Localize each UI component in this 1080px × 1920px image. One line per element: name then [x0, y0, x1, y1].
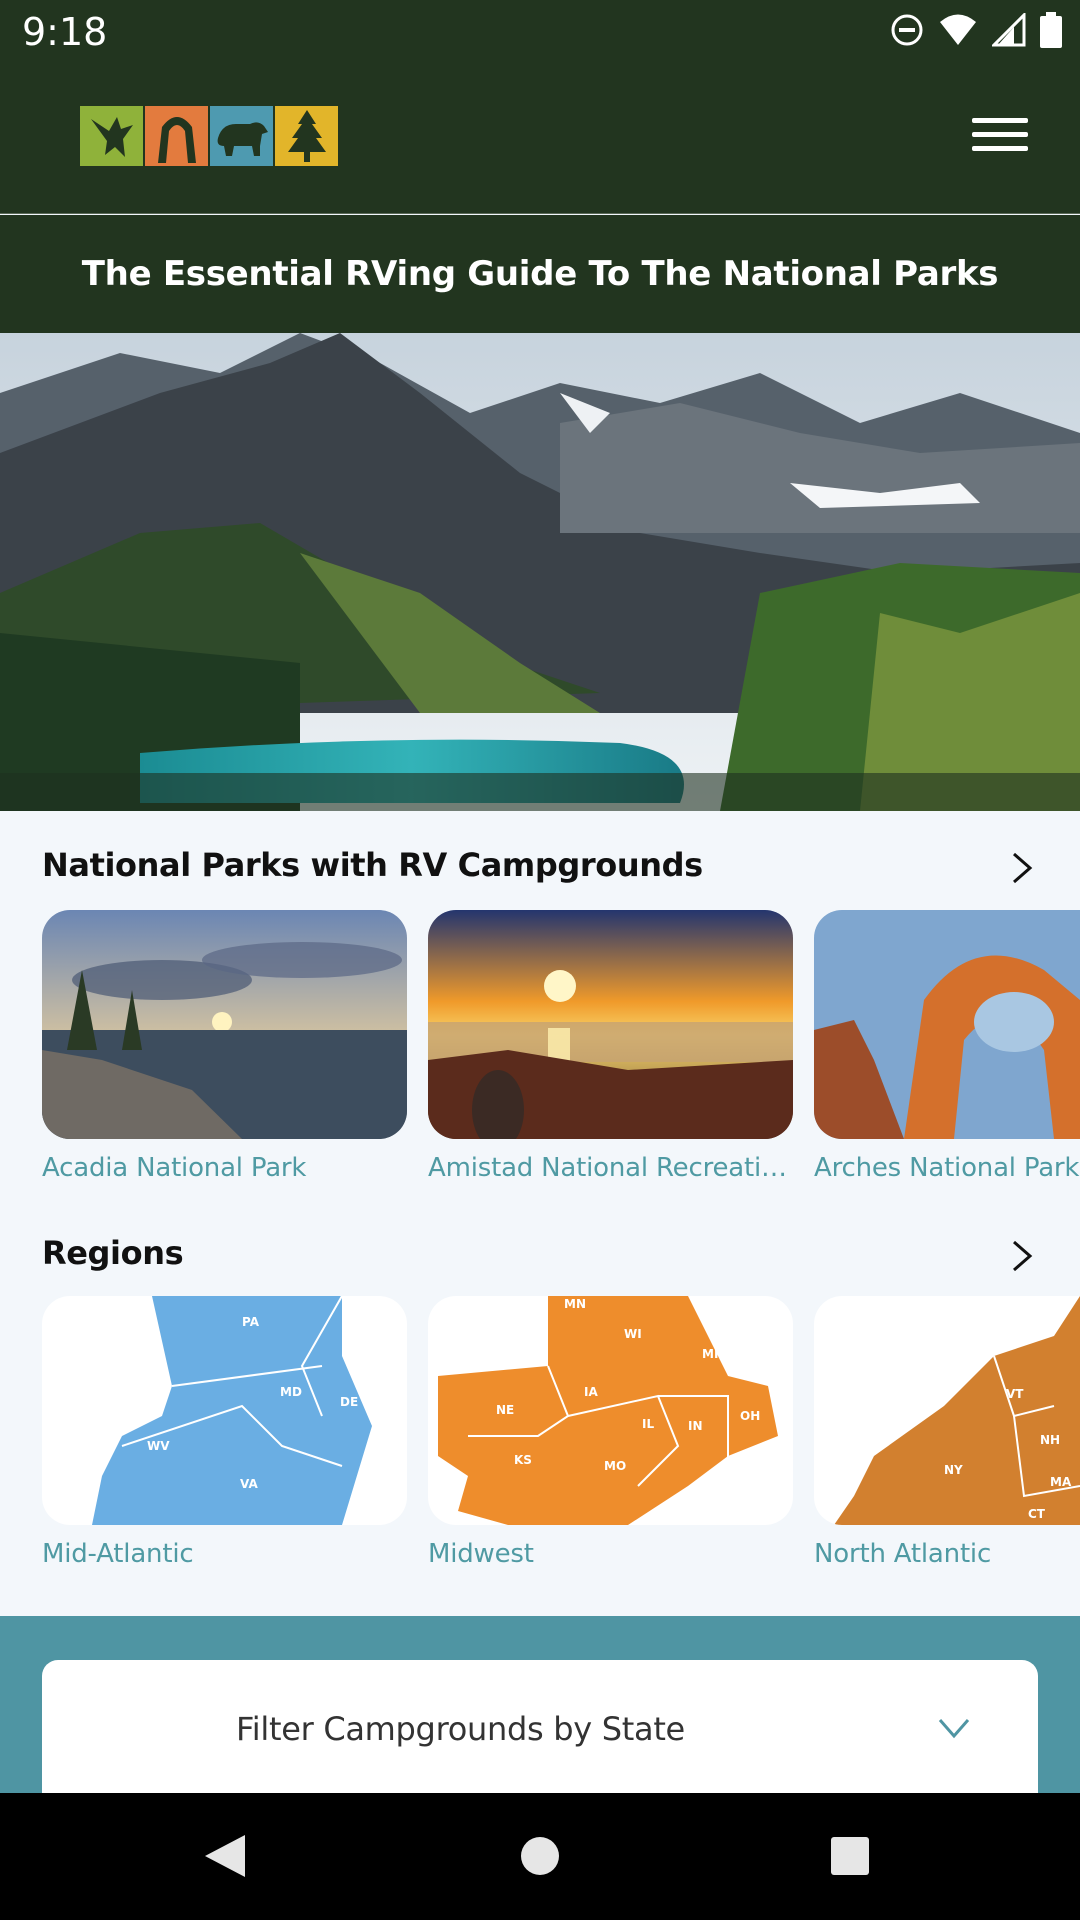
svg-text:IL: IL	[642, 1417, 654, 1431]
svg-text:KS: KS	[514, 1453, 532, 1467]
park-card-label: Acadia National Park	[42, 1153, 307, 1183]
region-card-label: Mid-Atlantic	[42, 1539, 194, 1569]
region-card-midwest[interactable]: MN WI MI NE IA IL IN OH KS MO Midwest	[428, 1296, 793, 1569]
amistad-park-image	[428, 910, 793, 1139]
wifi-icon	[940, 14, 976, 45]
svg-text:VA: VA	[240, 1477, 258, 1491]
tagline-text: The Essential RVing Guide To The Nationa…	[81, 254, 999, 294]
north-atlantic-map-image: VT NH NY MA CT	[814, 1296, 1080, 1525]
app-header	[0, 64, 1080, 214]
chevron-right-icon[interactable]	[1004, 850, 1040, 886]
park-card-acadia[interactable]: Acadia National Park	[42, 910, 407, 1183]
svg-text:NE: NE	[496, 1403, 514, 1417]
svg-text:IA: IA	[584, 1385, 598, 1399]
filter-section: Filter Campgrounds by State	[0, 1616, 1080, 1793]
app-logo[interactable]	[80, 106, 338, 166]
hamburger-menu-icon[interactable]	[972, 118, 1028, 160]
park-card-label: Amistad National Recreation Area	[428, 1153, 793, 1183]
status-time: 9:18	[22, 10, 108, 54]
svg-text:NJ: NJ	[360, 1337, 375, 1351]
battery-icon	[1040, 12, 1062, 48]
svg-text:IN: IN	[688, 1419, 703, 1433]
region-card-label: North Atlantic	[814, 1539, 992, 1569]
park-card-label: Arches National Park	[814, 1153, 1080, 1183]
svg-text:DE: DE	[340, 1395, 358, 1409]
recents-icon[interactable]	[815, 1821, 885, 1891]
cell-signal-icon	[992, 13, 1026, 47]
svg-text:MN: MN	[564, 1297, 586, 1311]
region-card-label: Midwest	[428, 1539, 534, 1569]
park-card-amistad[interactable]: Amistad National Recreation Area	[428, 910, 793, 1183]
arch-icon	[145, 106, 208, 166]
regions-section-title: Regions	[42, 1234, 184, 1272]
svg-text:CT: CT	[1028, 1507, 1046, 1521]
back-icon[interactable]	[190, 1821, 260, 1891]
svg-text:NH: NH	[1040, 1433, 1060, 1447]
bear-icon	[210, 106, 273, 166]
region-card-mid-atlantic[interactable]: PA NJ MD DE WV VA Mid-Atlantic	[42, 1296, 407, 1569]
chevron-right-icon[interactable]	[1004, 1238, 1040, 1274]
do-not-disturb-icon	[891, 14, 923, 46]
arches-park-image	[814, 910, 1080, 1139]
region-card-north-atlantic[interactable]: VT NH NY MA CT North Atlantic	[814, 1296, 1080, 1569]
home-icon[interactable]	[505, 1821, 575, 1891]
svg-text:NY: NY	[944, 1463, 963, 1477]
svg-text:OH: OH	[740, 1409, 760, 1423]
mid-atlantic-map-image: PA NJ MD DE WV VA	[42, 1296, 407, 1525]
eagle-icon	[80, 106, 143, 166]
mountain-lake-hero-image	[0, 333, 1080, 811]
park-card-arches[interactable]: Arches National Park	[814, 910, 1080, 1183]
chevron-down-icon[interactable]	[936, 1714, 972, 1742]
svg-text:MO: MO	[604, 1459, 626, 1473]
status-icons	[890, 12, 1062, 48]
svg-text:MD: MD	[280, 1385, 302, 1399]
svg-text:MA: MA	[1050, 1475, 1072, 1489]
svg-text:WI: WI	[624, 1327, 642, 1341]
svg-text:WV: WV	[147, 1439, 170, 1453]
tagline-banner: The Essential RVing Guide To The Nationa…	[0, 215, 1080, 333]
tree-icon	[275, 106, 338, 166]
status-bar: 9:18	[0, 0, 1080, 64]
svg-text:PA: PA	[242, 1315, 260, 1329]
svg-text:MI: MI	[702, 1347, 718, 1361]
system-nav-bar	[0, 1793, 1080, 1920]
parks-section-title: National Parks with RV Campgrounds	[42, 846, 703, 884]
acadia-park-image	[42, 910, 407, 1139]
filter-label: Filter Campgrounds by State	[236, 1710, 685, 1748]
midwest-map-image: MN WI MI NE IA IL IN OH KS MO	[428, 1296, 793, 1525]
state-filter-dropdown[interactable]: Filter Campgrounds by State	[42, 1660, 1038, 1793]
svg-text:VT: VT	[1006, 1387, 1024, 1401]
